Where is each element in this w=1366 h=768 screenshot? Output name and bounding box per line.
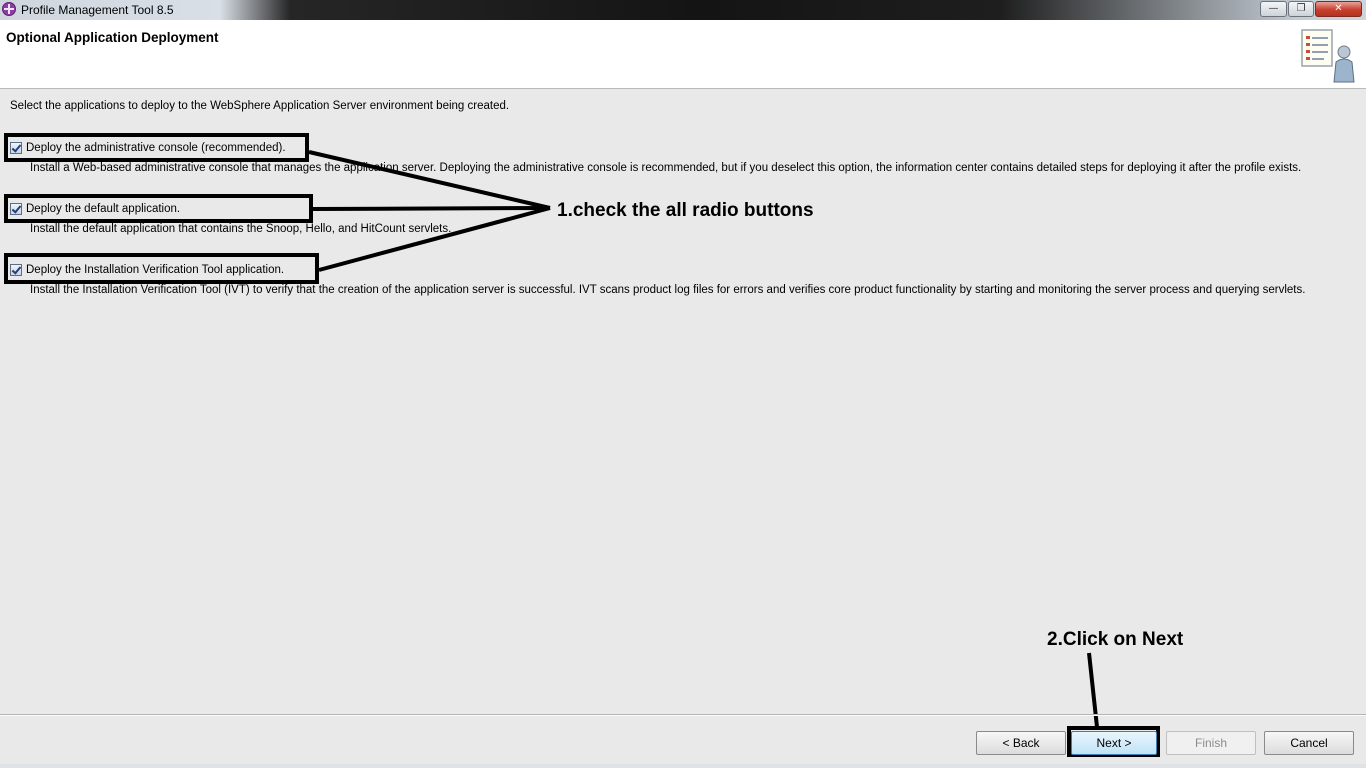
app-icon	[2, 2, 16, 16]
annotation-step2: 2.Click on Next	[1047, 629, 1184, 650]
intro-text: Select the applications to deploy to the…	[10, 100, 510, 112]
admin-console-description: Install a Web-based administrative conso…	[30, 162, 1302, 174]
back-button[interactable]: < Back	[976, 731, 1066, 755]
annotation-arrows	[308, 150, 1099, 728]
close-button[interactable]: ✕	[1315, 1, 1362, 17]
footer-divider-highlight	[0, 715, 1366, 716]
window-title: Profile Management Tool 8.5	[21, 3, 174, 17]
title-bar: Profile Management Tool 8.5 — ❐ ✕	[0, 0, 1366, 20]
highlight-box-default-app	[4, 194, 313, 223]
minimize-button[interactable]: —	[1260, 1, 1287, 17]
default-app-description: Install the default application that con…	[30, 223, 452, 235]
highlight-box-admin-console	[4, 133, 309, 162]
page-title: Optional Application Deployment	[6, 30, 219, 45]
finish-button: Finish	[1166, 731, 1256, 755]
wizard-header: Optional Application Deployment	[0, 20, 1366, 89]
cancel-button[interactable]: Cancel	[1264, 731, 1354, 755]
ivt-app-description: Install the Installation Verification To…	[30, 284, 1306, 296]
wizard-banner-icon	[1301, 29, 1355, 83]
next-button[interactable]: Next >	[1071, 731, 1157, 755]
maximize-button[interactable]: ❐	[1288, 1, 1314, 17]
taskbar-strip	[0, 764, 1366, 768]
annotation-step1: 1.check the all radio buttons	[557, 200, 814, 221]
highlight-box-ivt-app	[4, 253, 319, 284]
